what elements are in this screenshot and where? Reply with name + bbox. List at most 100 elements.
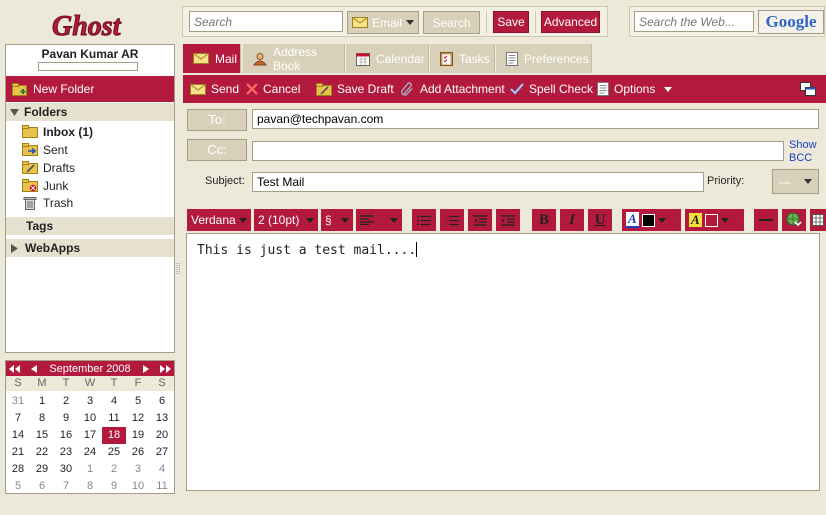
next-year-icon[interactable]: [159, 364, 171, 373]
spell-check-button[interactable]: Spell Check: [510, 75, 593, 103]
to-button[interactable]: To:: [187, 109, 247, 131]
calendar-day[interactable]: 8: [78, 478, 102, 495]
new-folder-button[interactable]: New Folder: [6, 76, 174, 102]
calendar-day[interactable]: 11: [150, 478, 174, 495]
calendar-day[interactable]: 24: [78, 444, 102, 461]
align-select[interactable]: [356, 209, 402, 231]
tab-mail[interactable]: Mail: [183, 44, 241, 73]
calendar-day[interactable]: 29: [30, 461, 54, 478]
calendar-day[interactable]: 13: [150, 410, 174, 427]
calendar-day[interactable]: 28: [6, 461, 30, 478]
calendar-day[interactable]: 7: [6, 410, 30, 427]
calendar-day[interactable]: 7: [54, 478, 78, 495]
tab-calendar[interactable]: Calendar: [346, 44, 429, 73]
text-cursor: [416, 242, 418, 257]
search-scope-dropdown[interactable]: Email: [347, 11, 419, 34]
calendar-day[interactable]: 5: [126, 393, 150, 410]
detach-window-button[interactable]: [800, 75, 816, 103]
calendar-day[interactable]: 10: [126, 478, 150, 495]
folders-header[interactable]: Folders: [6, 103, 174, 121]
calendar-day[interactable]: 20: [150, 427, 174, 444]
priority-dropdown[interactable]: —: [772, 169, 819, 194]
search-input[interactable]: [189, 11, 343, 32]
insert-table-button[interactable]: [810, 209, 826, 231]
calendar-day[interactable]: 4: [102, 393, 126, 410]
calendar-day[interactable]: 6: [30, 478, 54, 495]
calendar-day[interactable]: 1: [78, 461, 102, 478]
calendar-day[interactable]: 23: [54, 444, 78, 461]
insert-link-button[interactable]: [782, 209, 806, 231]
font-size-select[interactable]: 2 (10pt): [254, 209, 318, 231]
message-body-editor[interactable]: This is just a test mail....: [186, 233, 820, 491]
bullet-list-button[interactable]: [412, 209, 436, 231]
folder-drafts[interactable]: Drafts: [22, 159, 172, 176]
webapps-header[interactable]: WebApps: [6, 239, 174, 257]
calendar-day[interactable]: 4: [150, 461, 174, 478]
horizontal-rule-button[interactable]: [754, 209, 778, 231]
calendar-day[interactable]: 17: [78, 427, 102, 444]
google-search-button[interactable]: Google: [758, 10, 824, 34]
advanced-search-button[interactable]: Advanced: [541, 11, 600, 33]
calendar-day[interactable]: 19: [126, 427, 150, 444]
splitter-handle[interactable]: [176, 262, 181, 276]
prev-year-icon[interactable]: [9, 364, 21, 373]
calendar-day[interactable]: 2: [102, 461, 126, 478]
calendar-day[interactable]: 8: [30, 410, 54, 427]
tab-tasks[interactable]: Tasks: [430, 44, 495, 73]
tab-preferences[interactable]: Preferences: [496, 44, 592, 73]
tab-address-book[interactable]: Address Book: [243, 44, 345, 73]
folder-trash[interactable]: Trash: [22, 194, 172, 211]
calendar-day[interactable]: 10: [78, 410, 102, 427]
calendar-day[interactable]: 6: [150, 393, 174, 410]
calendar-day[interactable]: 27: [150, 444, 174, 461]
underline-button[interactable]: U: [588, 209, 612, 231]
web-search-input[interactable]: [634, 11, 754, 32]
calendar-day[interactable]: 2: [54, 393, 78, 410]
calendar-day[interactable]: 15: [30, 427, 54, 444]
numbered-list-button[interactable]: 12: [440, 209, 464, 231]
search-button[interactable]: Search: [423, 11, 480, 34]
calendar-day[interactable]: 26: [126, 444, 150, 461]
indent-button[interactable]: [496, 209, 520, 231]
cc-button[interactable]: Cc:: [187, 139, 247, 161]
send-button[interactable]: Send: [190, 75, 239, 103]
font-family-select[interactable]: Verdana: [187, 209, 251, 231]
calendar-day[interactable]: 3: [78, 393, 102, 410]
bold-button[interactable]: B: [532, 209, 556, 231]
calendar-day[interactable]: 3: [126, 461, 150, 478]
options-dropdown[interactable]: Options: [597, 75, 673, 103]
add-attachment-button[interactable]: Add Attachment: [401, 75, 505, 103]
calendar-day[interactable]: 9: [102, 478, 126, 495]
subject-field[interactable]: [252, 172, 704, 192]
calendar-day[interactable]: 12: [126, 410, 150, 427]
to-field[interactable]: [252, 109, 819, 129]
calendar-day[interactable]: 9: [54, 410, 78, 427]
cc-field[interactable]: [252, 141, 784, 161]
next-month-icon[interactable]: [143, 364, 149, 373]
tags-header[interactable]: Tags: [6, 217, 174, 235]
text-color-button[interactable]: A: [622, 209, 681, 231]
cancel-button[interactable]: Cancel: [246, 75, 300, 103]
save-search-button[interactable]: Save: [493, 11, 529, 33]
folder-sent[interactable]: Sent: [22, 141, 172, 158]
calendar-day[interactable]: 5: [6, 478, 30, 495]
paragraph-style-select[interactable]: §: [321, 209, 353, 231]
calendar-day[interactable]: 14: [6, 427, 30, 444]
calendar-day[interactable]: 21: [6, 444, 30, 461]
calendar-day[interactable]: 22: [30, 444, 54, 461]
italic-button[interactable]: I: [560, 209, 584, 231]
drafts-icon: [22, 161, 38, 174]
calendar-day-today[interactable]: 18: [102, 427, 126, 444]
calendar-day[interactable]: 16: [54, 427, 78, 444]
calendar-day[interactable]: 31: [6, 393, 30, 410]
show-bcc-link[interactable]: Show BCC: [789, 139, 821, 165]
folder-inbox[interactable]: Inbox (1): [22, 123, 172, 140]
highlight-color-button[interactable]: A: [685, 209, 744, 231]
outdent-button[interactable]: [468, 209, 492, 231]
folder-junk[interactable]: Junk: [22, 177, 172, 194]
calendar-day[interactable]: 11: [102, 410, 126, 427]
calendar-day[interactable]: 1: [30, 393, 54, 410]
calendar-day[interactable]: 30: [54, 461, 78, 478]
calendar-day[interactable]: 25: [102, 444, 126, 461]
save-draft-button[interactable]: Save Draft: [316, 75, 394, 103]
